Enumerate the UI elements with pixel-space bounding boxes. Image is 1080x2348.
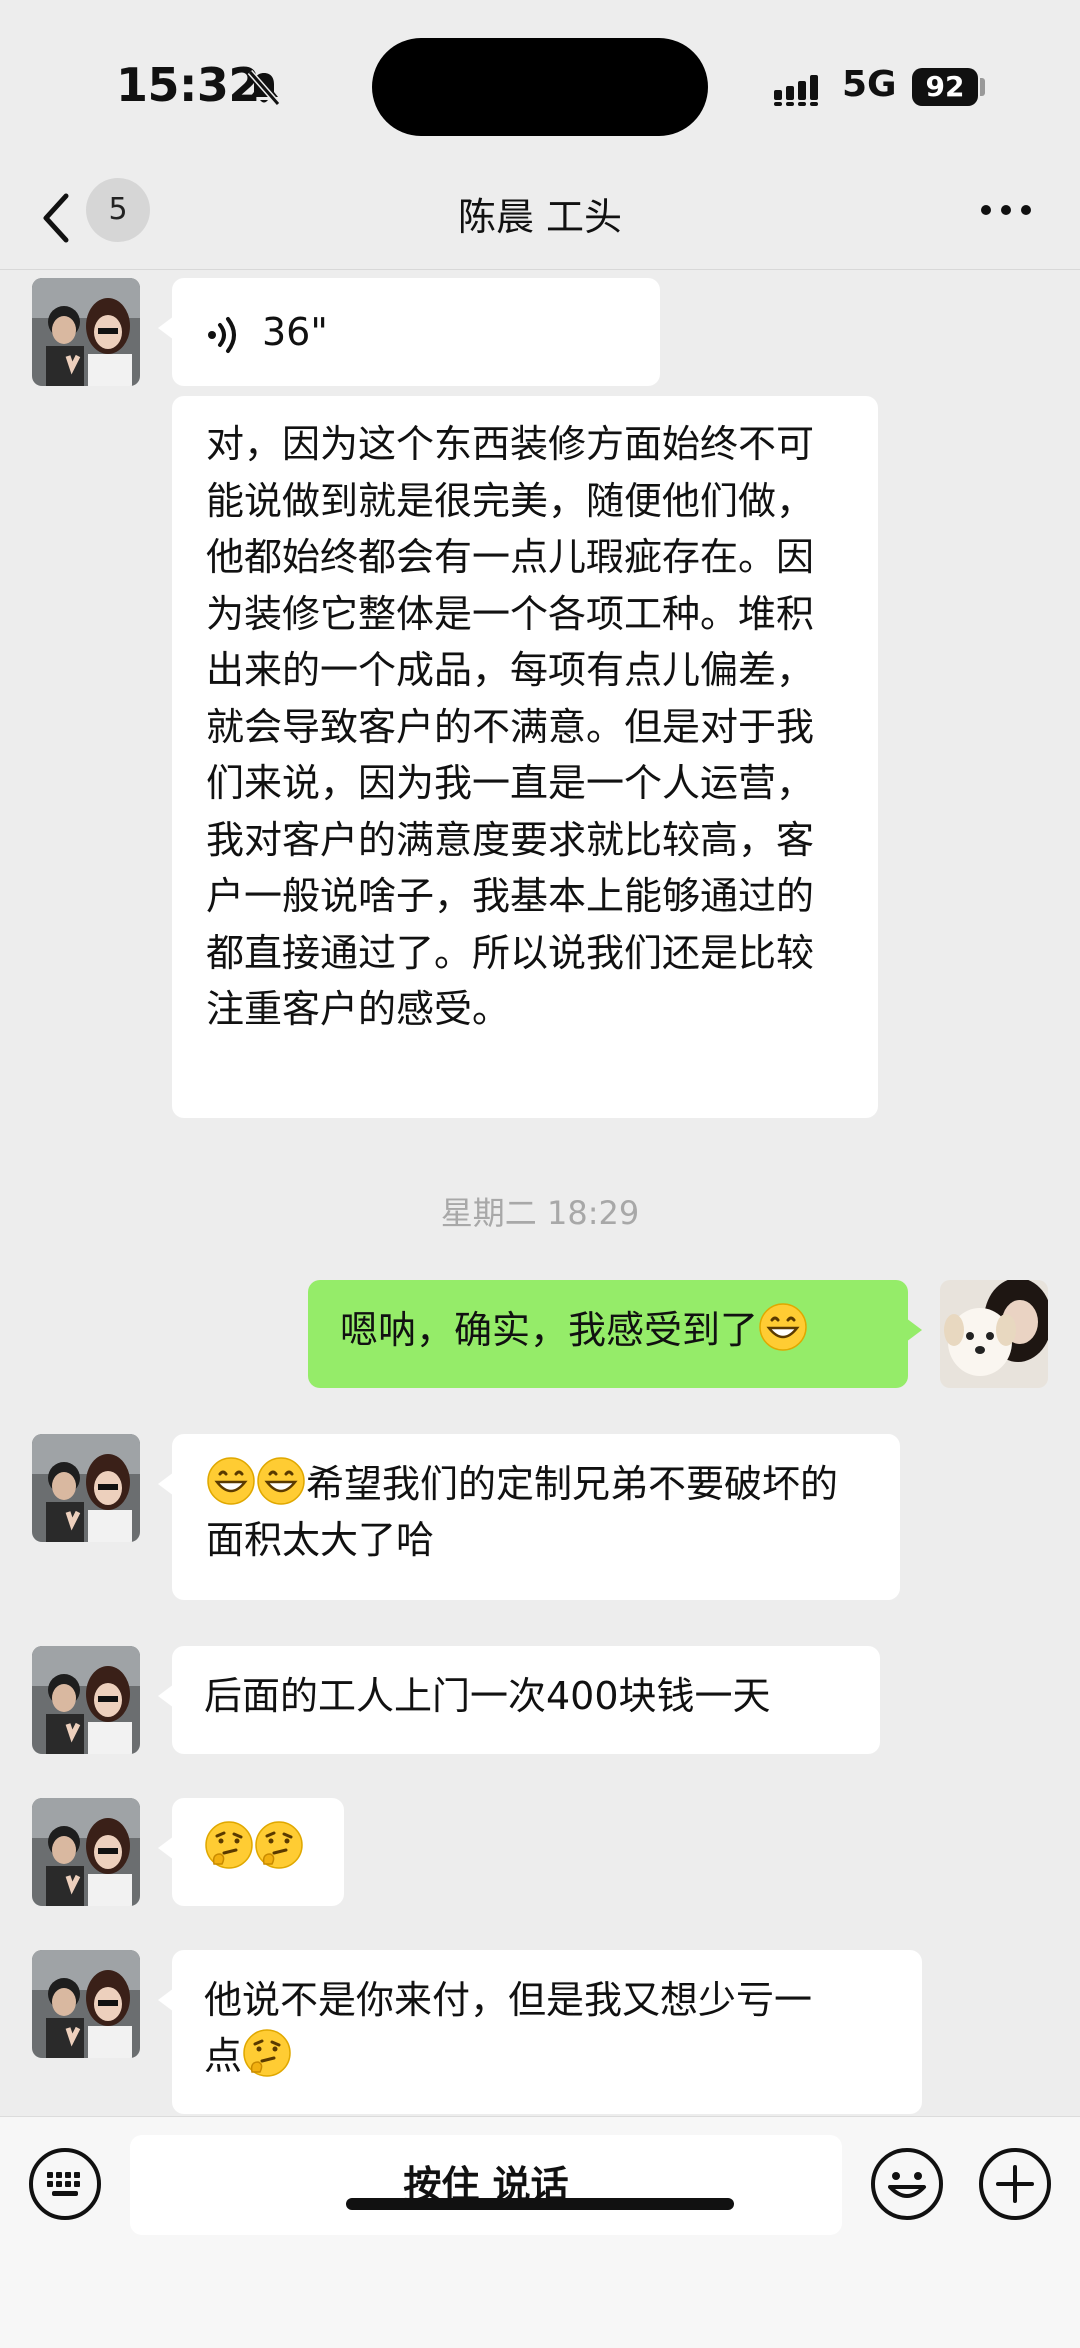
status-bar: 15:32 5G 92 bbox=[0, 0, 1080, 170]
contact-avatar[interactable] bbox=[32, 1798, 140, 1906]
status-time: 15:32 bbox=[116, 58, 260, 112]
voice-duration: 36" bbox=[262, 310, 328, 354]
my-avatar[interactable] bbox=[940, 1280, 1048, 1388]
voice-message-bubble[interactable]: 36" bbox=[158, 278, 660, 386]
plus-icon[interactable] bbox=[978, 2147, 1052, 2221]
contact-avatar[interactable] bbox=[32, 278, 140, 386]
voice-wave-icon bbox=[208, 316, 236, 353]
home-indicator[interactable] bbox=[346, 2198, 734, 2210]
thinking-face-icon bbox=[243, 2029, 291, 2077]
bell-muted-icon bbox=[247, 70, 281, 106]
network-type: 5G bbox=[842, 64, 897, 105]
emoji-message-bubble[interactable] bbox=[158, 1798, 344, 1906]
thinking-face-icon bbox=[205, 1821, 253, 1869]
contact-avatar[interactable] bbox=[32, 1646, 140, 1754]
battery-tip bbox=[980, 78, 985, 96]
message-bubble[interactable]: 对，因为这个东西装修方面始终不可能说做到就是很完美，随便他们做，他都始终都会有一… bbox=[172, 396, 878, 1118]
thinking-face-icon bbox=[255, 1821, 303, 1869]
message-text-line2: 点 bbox=[204, 2034, 243, 2078]
battery-icon: 92 bbox=[912, 68, 978, 106]
grinning-face-icon bbox=[759, 1303, 807, 1351]
chat-header: 5 陈晨 工头 bbox=[0, 170, 1080, 270]
keyboard-icon[interactable] bbox=[28, 2147, 102, 2221]
my-message-bubble[interactable]: 嗯呐，确实，我感受到了 bbox=[308, 1280, 922, 1388]
message-bubble[interactable]: 希望我们的定制兄弟不要破坏的面积太大了哈 bbox=[158, 1434, 900, 1600]
cellular-signal-icon bbox=[774, 75, 818, 106]
chat-timestamp: 星期二 18:29 bbox=[440, 1194, 640, 1232]
message-bubble[interactable]: 他说不是你来付，但是我又想少亏一 点 bbox=[158, 1950, 922, 2114]
contact-avatar[interactable] bbox=[32, 1434, 140, 1542]
more-options-icon[interactable] bbox=[980, 202, 1032, 218]
chat-input-bar: 按住 说话 bbox=[0, 2116, 1080, 2348]
grinning-face-icon bbox=[257, 1457, 305, 1505]
hold-to-talk-button[interactable]: 按住 说话 bbox=[130, 2135, 842, 2235]
grinning-face-icon bbox=[207, 1457, 255, 1505]
contact-avatar[interactable] bbox=[32, 1950, 140, 2058]
chat-title: 陈晨 工头 bbox=[457, 195, 623, 239]
message-bubble[interactable]: 后面的工人上门一次400块钱一天 bbox=[158, 1646, 880, 1754]
message-text-line1: 他说不是你来付，但是我又想少亏一 bbox=[204, 1978, 813, 2022]
message-text: 后面的工人上门一次400块钱一天 bbox=[204, 1674, 771, 1718]
emoji-picker-icon[interactable] bbox=[870, 2147, 944, 2221]
dynamic-island bbox=[372, 38, 708, 136]
message-text: 嗯呐，确实，我感受到了 bbox=[340, 1308, 759, 1352]
